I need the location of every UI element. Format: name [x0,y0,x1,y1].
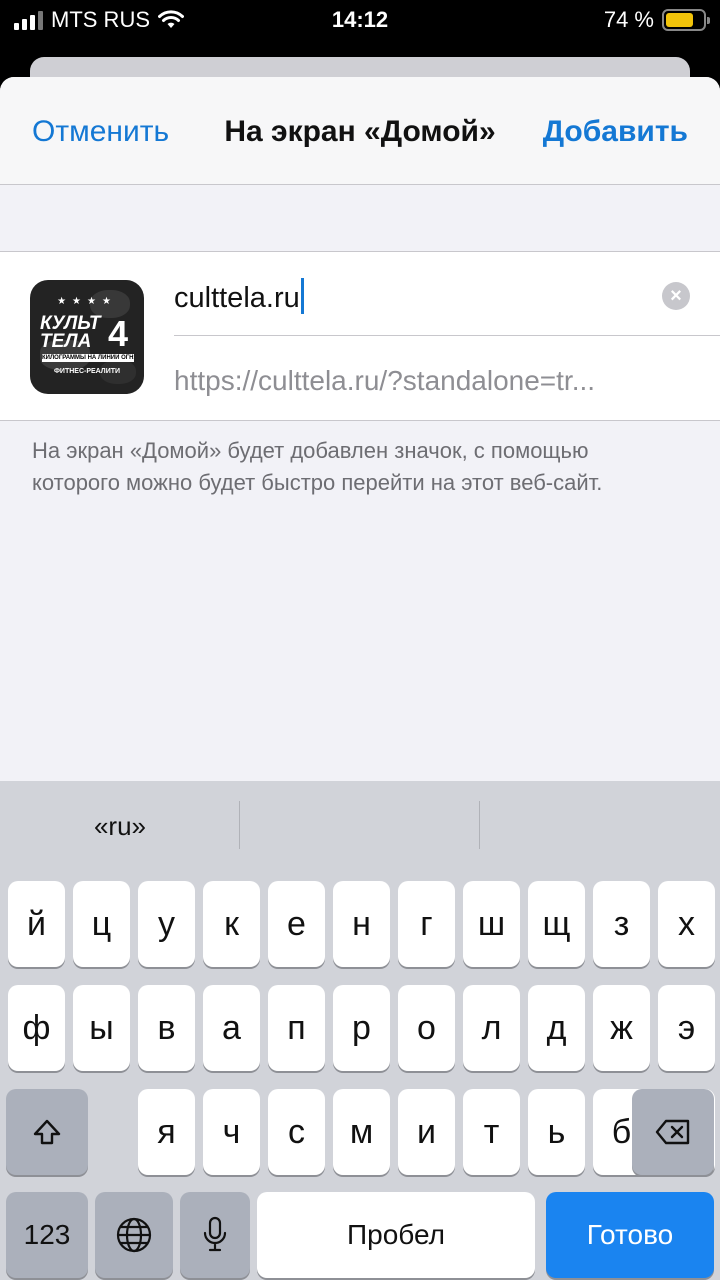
backspace-icon [655,1119,690,1145]
key-с[interactable]: с [268,1089,325,1175]
key-л[interactable]: л [463,985,520,1071]
url-label: https://culttela.ru/?standalone=tr... [174,365,596,396]
key-а[interactable]: а [203,985,260,1071]
name-input[interactable]: culttela.ru × [174,252,720,336]
shift-key[interactable] [6,1089,88,1175]
clear-icon[interactable]: × [662,282,690,310]
key-т[interactable]: т [463,1089,520,1175]
key-ч[interactable]: ч [203,1089,260,1175]
battery-icon [662,9,710,31]
key-н[interactable]: н [333,881,390,967]
key-д[interactable]: д [528,985,585,1071]
text-caret [300,278,304,314]
key-ц[interactable]: ц [73,881,130,967]
key-щ[interactable]: щ [528,881,585,967]
key-е[interactable]: е [268,881,325,967]
globe-key[interactable] [95,1192,173,1278]
key-в[interactable]: в [138,985,195,1071]
status-right: 74 % [603,7,710,33]
app-icon: ★★★★ КУЛЬТ ТЕЛА 4 КИЛОГРАММЫ НА ЛИНИИ ОГ… [30,280,144,394]
key-и[interactable]: и [398,1089,455,1175]
shift-icon [33,1119,61,1145]
prediction-bar: «ru» [0,781,720,877]
key-з[interactable]: з [593,881,650,967]
space-key[interactable]: Пробел [257,1192,535,1278]
key-ы[interactable]: ы [73,985,130,1071]
key-ж[interactable]: ж [593,985,650,1071]
key-й[interactable]: й [8,881,65,967]
icon-number: 4 [108,313,129,354]
status-bar: MTS RUS 14:12 74 % [0,0,720,40]
key-м[interactable]: м [333,1089,390,1175]
prediction-suggestion[interactable]: «ru» [0,811,240,842]
dictation-key[interactable] [180,1192,250,1278]
globe-icon [116,1217,152,1253]
key-г[interactable]: г [398,881,455,967]
stars-icon: ★★★★ [57,296,117,307]
key-к[interactable]: к [203,881,260,967]
key-у[interactable]: у [138,881,195,967]
icon-brand-line2: ТЕЛА [40,331,92,352]
key-о[interactable]: о [398,985,455,1071]
key-ь[interactable]: ь [528,1089,585,1175]
nav-bar: Отменить На экран «Домой» Добавить [0,77,720,185]
key-ш[interactable]: ш [463,881,520,967]
key-э[interactable]: э [658,985,715,1071]
key-я[interactable]: я [138,1089,195,1175]
icon-subtitle: ФИТНЕС-РЕАЛИТИ [53,368,121,375]
microphone-icon [203,1216,227,1252]
icon-tagline: КИЛОГРАММЫ НА ЛИНИИ ОГНЯ [42,354,134,362]
battery-percent: 74 % [603,7,654,32]
key-х[interactable]: х [658,881,715,967]
hint-text: На экран «Домой» будет добавлен значок, … [32,438,603,495]
add-button[interactable]: Добавить [543,115,688,149]
numbers-key[interactable]: 123 [6,1192,88,1278]
key-ф[interactable]: ф [8,985,65,1071]
key-п[interactable]: п [268,985,325,1071]
done-key[interactable]: Готово [546,1192,714,1278]
bookmark-card: ★★★★ КУЛЬТ ТЕЛА 4 КИЛОГРАММЫ НА ЛИНИИ ОГ… [0,251,720,421]
delete-key[interactable] [632,1089,714,1175]
name-value: culttela.ru [174,282,300,314]
key-р[interactable]: р [333,985,390,1071]
keyboard: «ru» йцукенгшщзх фывапролджэ ячсмитьбю 1… [0,781,720,1280]
